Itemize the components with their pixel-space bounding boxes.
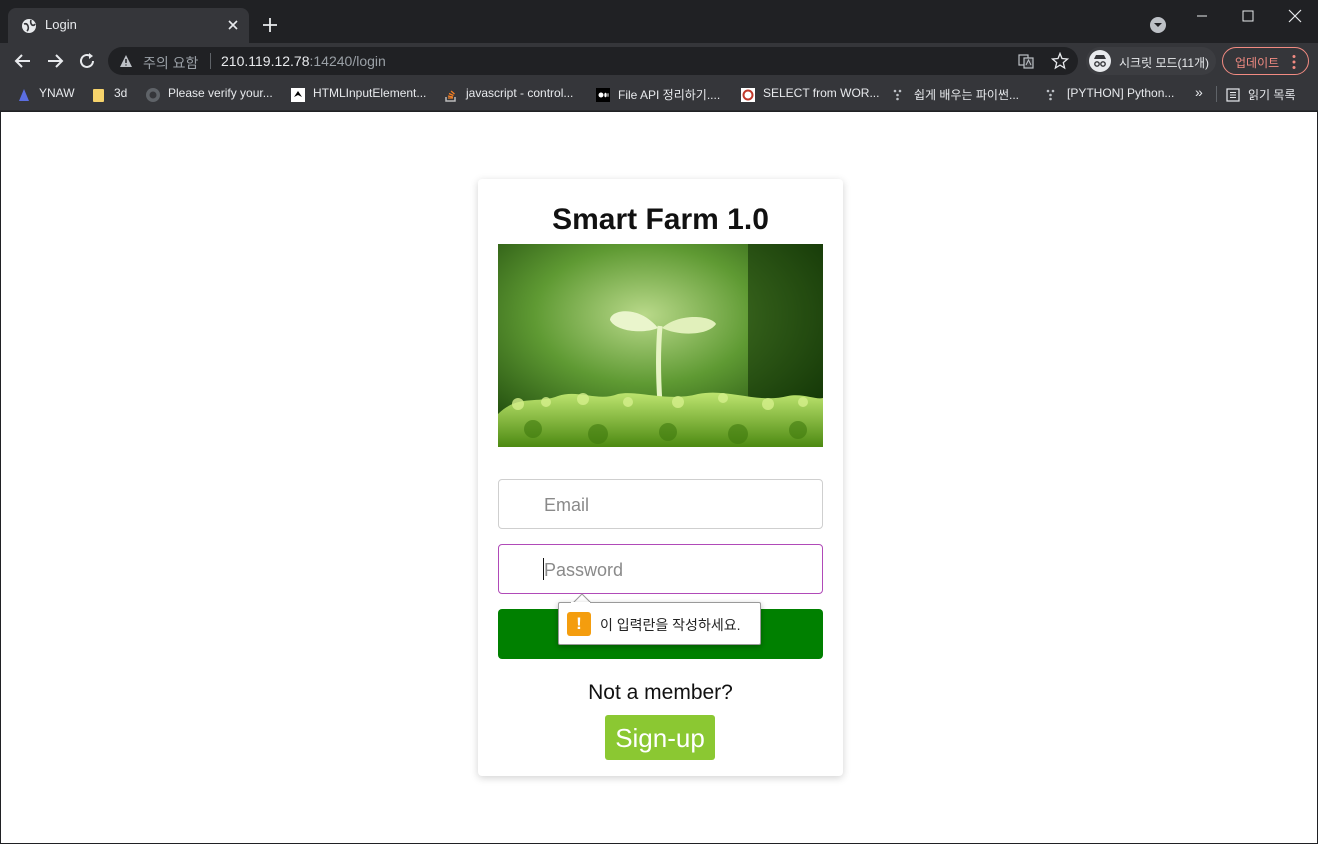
- translate-icon[interactable]: [1018, 53, 1034, 69]
- tab-title: Login: [45, 17, 77, 32]
- email-field[interactable]: Email: [498, 479, 823, 529]
- bookmark-item[interactable]: SELECT from WOR...: [741, 85, 881, 105]
- security-label[interactable]: 주의 요함: [143, 53, 198, 73]
- mdn-icon: [291, 88, 305, 102]
- validation-message: 이 입력란을 작성하세요.: [600, 617, 741, 633]
- browser-tab-login[interactable]: Login: [8, 8, 249, 43]
- forward-icon[interactable]: [44, 50, 66, 72]
- signup-button[interactable]: Sign-up: [605, 715, 715, 760]
- update-button[interactable]: 업데이트: [1222, 47, 1309, 75]
- not-member-text: Not a member?: [588, 681, 733, 704]
- bookmark-item[interactable]: javascript - control...: [444, 85, 584, 105]
- globe-icon: [22, 19, 36, 33]
- bookmarks-bar: YNAW 3d Please verify your... HTMLInputE…: [0, 79, 1318, 111]
- bookmark-item[interactable]: [PYTHON] Python...: [1045, 85, 1185, 105]
- reload-icon[interactable]: [76, 50, 98, 72]
- dots-icon: [1046, 89, 1055, 101]
- warning-icon: !: [567, 612, 591, 636]
- email-placeholder: Email: [544, 495, 590, 515]
- stackoverflow-icon: [445, 90, 456, 102]
- more-options-icon[interactable]: [1291, 54, 1297, 70]
- url-separator: [210, 53, 211, 69]
- minimize-icon[interactable]: [1188, 6, 1216, 26]
- tooltip-arrow-mask: [571, 602, 590, 604]
- not-secure-warning-icon[interactable]: [119, 54, 133, 68]
- tab-search-icon[interactable]: [1149, 16, 1167, 34]
- incognito-label: 시크릿 모드(11개): [1119, 56, 1210, 70]
- url-text[interactable]: 210.119.12.78:14240/login: [221, 53, 386, 69]
- reading-list[interactable]: 읽기 목록: [1226, 85, 1312, 105]
- update-label: 업데이트: [1235, 56, 1280, 70]
- password-field[interactable]: Password: [498, 544, 823, 594]
- medium-icon: [596, 88, 610, 102]
- reading-list-icon: [1226, 88, 1240, 102]
- window-close-icon[interactable]: [1281, 6, 1309, 26]
- incognito-icon: [1089, 50, 1111, 72]
- bookmark-folder[interactable]: 3d: [92, 85, 132, 105]
- login-card: Smart Farm 1.0 Email Password Not a memb…: [478, 179, 843, 776]
- github-icon: [146, 88, 160, 102]
- maximize-icon[interactable]: [1234, 6, 1262, 26]
- incognito-indicator[interactable]: 시크릿 모드(11개): [1086, 47, 1216, 75]
- dots-icon: [893, 89, 902, 101]
- page-content: Smart Farm 1.0 Email Password Not a memb…: [1, 112, 1317, 843]
- address-bar[interactable]: 주의 요함 210.119.12.78:14240/login: [108, 47, 1078, 75]
- page-title: Smart Farm 1.0: [552, 203, 769, 236]
- tab-strip: Login: [0, 0, 1318, 43]
- folder-icon: [93, 89, 104, 102]
- bookmark-star-icon[interactable]: [1051, 52, 1069, 70]
- new-tab-icon[interactable]: [261, 16, 279, 34]
- bookmark-item[interactable]: File API 정리하기....: [596, 85, 728, 105]
- bookmark-item[interactable]: YNAW: [17, 85, 79, 105]
- bookmark-item[interactable]: 쉽게 배우는 파이썬...: [892, 85, 1032, 105]
- signup-button-label: Sign-up: [615, 723, 705, 753]
- validation-tooltip: ! 이 입력란을 작성하세요.: [558, 602, 761, 645]
- bookmark-item[interactable]: Please verify your...: [146, 85, 278, 105]
- bookmarks-divider: [1216, 86, 1217, 102]
- password-placeholder: Password: [544, 560, 624, 580]
- back-icon[interactable]: [12, 50, 34, 72]
- bookmark-item[interactable]: HTMLInputElement...: [291, 85, 431, 105]
- ynaw-icon: [19, 89, 29, 101]
- close-tab-icon[interactable]: [225, 17, 241, 33]
- more-bookmarks-button[interactable]: »: [1195, 84, 1203, 100]
- seedling-hero-image: [498, 244, 823, 447]
- quiz-icon: [741, 88, 755, 102]
